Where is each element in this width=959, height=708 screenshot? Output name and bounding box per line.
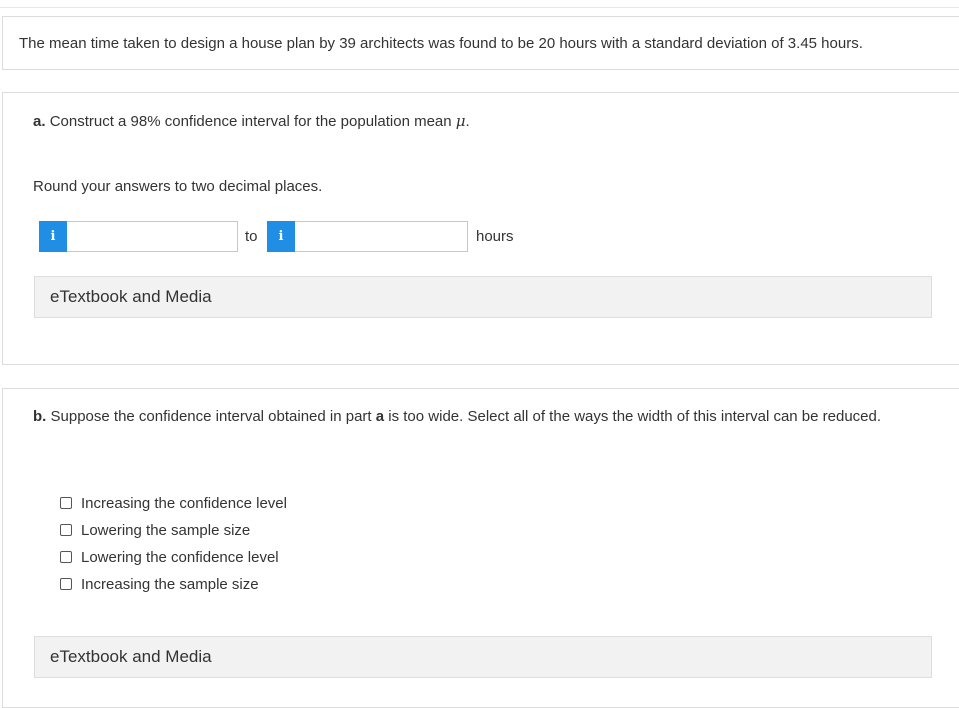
- etextbook-media-button-a[interactable]: eTextbook and Media: [34, 276, 932, 318]
- part-b-card: b. Suppose the confidence interval obtai…: [2, 388, 959, 708]
- option-label: Increasing the confidence level: [81, 494, 287, 512]
- part-b-question: b. Suppose the confidence interval obtai…: [33, 408, 881, 426]
- etextbook-label-a: eTextbook and Media: [50, 287, 212, 306]
- option-lower-sample-size[interactable]: Lowering the sample size: [60, 520, 250, 540]
- top-divider: [0, 7, 959, 8]
- info-icon-upper[interactable]: i: [267, 221, 295, 252]
- part-a-card: a. Construct a 98% confidence interval f…: [2, 92, 959, 365]
- etextbook-label-b: eTextbook and Media: [50, 647, 212, 666]
- part-a-period: .: [465, 113, 470, 130]
- option-label: Lowering the confidence level: [81, 548, 279, 566]
- part-b-question-part: a: [375, 408, 385, 425]
- info-icon-lower[interactable]: i: [39, 221, 67, 252]
- rounding-instruction: Round your answers to two decimal places…: [33, 178, 323, 195]
- checkbox[interactable]: [60, 497, 72, 509]
- hours-unit-label: hours: [476, 228, 514, 245]
- part-a-label: a.: [33, 113, 46, 130]
- option-label: Lowering the sample size: [81, 521, 251, 539]
- upper-bound-input[interactable]: [295, 221, 468, 252]
- part-b-question-pre: Suppose the confidence interval obtained…: [50, 408, 372, 425]
- lower-bound-input[interactable]: [67, 221, 238, 252]
- problem-card: The mean time taken to design a house pl…: [2, 16, 959, 70]
- part-b-label: b.: [33, 408, 47, 425]
- checkbox[interactable]: [60, 524, 72, 536]
- checkbox[interactable]: [60, 578, 72, 590]
- checkbox[interactable]: [60, 551, 72, 563]
- etextbook-media-button-b[interactable]: eTextbook and Media: [34, 636, 932, 678]
- part-a-question-text: Construct a 98% confidence interval for …: [49, 113, 452, 130]
- option-label: Increasing the sample size: [81, 575, 259, 593]
- option-increase-sample-size[interactable]: Increasing the sample size: [60, 574, 259, 594]
- part-a-question: a. Construct a 98% confidence interval f…: [33, 112, 470, 131]
- problem-text: The mean time taken to design a house pl…: [19, 35, 863, 52]
- to-label: to: [245, 228, 258, 245]
- part-b-question-post: is too wide. Select all of the ways the …: [388, 408, 882, 425]
- mu-symbol: μ: [455, 112, 466, 130]
- option-lower-confidence[interactable]: Lowering the confidence level: [60, 547, 279, 567]
- option-increase-confidence[interactable]: Increasing the confidence level: [60, 493, 287, 513]
